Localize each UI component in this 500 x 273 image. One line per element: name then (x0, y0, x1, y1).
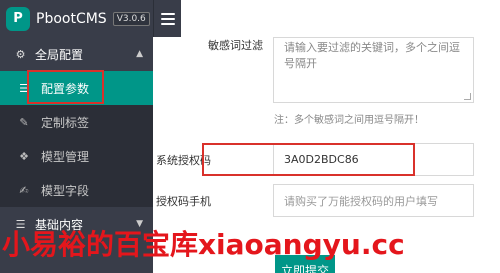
cube-icon: ❖ (19, 149, 29, 163)
sidebar-item-model-manage[interactable]: ❖ 模型管理 (0, 139, 153, 173)
sensitive-words-value: 请输入要过滤的关键词，多个之间逗号隔开 (284, 41, 460, 70)
sidebar-item-label: 配置参数 (41, 81, 90, 96)
wrench-icon: ✎ (19, 115, 29, 129)
sidebar-group-global-config[interactable]: ⚙ 全局配置 ▲ (0, 37, 153, 71)
sidebar-item-label: 定制标签 (41, 115, 90, 130)
hamburger-icon (160, 12, 175, 25)
submit-button[interactable]: 立即提交 (275, 255, 335, 273)
sidebar-item-label: 模型管理 (41, 149, 90, 164)
sidebar: ⚙ 全局配置 ▲ ☰ 配置参数 ✎ 定制标签 ❖ 模型管理 ✍ 模型字段 ☰ 基… (0, 37, 153, 273)
sidebar-group-label: 基础内容 (35, 217, 84, 232)
caret-down-icon: ▼ (136, 219, 143, 229)
caret-up-icon: ▲ (136, 49, 143, 59)
gear-icon: ⚙ (15, 47, 26, 61)
sliders-icon: ☰ (15, 217, 26, 231)
sensitive-words-hint: 注：多个敏感词之间用逗号隔开！ (274, 115, 424, 126)
license-phone-label: 授权码手机 (156, 195, 211, 208)
edit-icon: ✍ (19, 183, 29, 197)
license-code-label: 系统授权码 (156, 154, 211, 167)
license-code-input[interactable]: 3A0D2BDC86 (273, 143, 474, 176)
sidebar-item-custom-tags[interactable]: ✎ 定制标签 (0, 105, 153, 139)
sidebar-item-label: 模型字段 (41, 183, 90, 198)
sensitive-words-label: 敏感词过滤 (208, 39, 263, 52)
logo-icon: P (6, 6, 30, 31)
top-header: P PbootCMS V3.0.6 (0, 0, 500, 37)
app-name: PbootCMS (36, 10, 107, 27)
sidebar-group-label: 全局配置 (35, 47, 84, 62)
sensitive-words-textarea[interactable]: 请输入要过滤的关键词，多个之间逗号隔开 (273, 37, 474, 103)
license-phone-input[interactable]: 请购买了万能授权码的用户填写 (273, 184, 474, 217)
settings-form: 敏感词过滤 请输入要过滤的关键词，多个之间逗号隔开 注：多个敏感词之间用逗号隔开… (153, 37, 500, 273)
menu-toggle-button[interactable] (153, 0, 181, 37)
brand-area[interactable]: P PbootCMS V3.0.6 (0, 0, 153, 37)
sidebar-item-config-params[interactable]: ☰ 配置参数 (0, 71, 153, 105)
sidebar-subnav: ☰ 配置参数 ✎ 定制标签 ❖ 模型管理 ✍ 模型字段 (0, 71, 153, 207)
version-badge: V3.0.6 (112, 11, 150, 26)
resize-handle-icon[interactable] (464, 93, 471, 100)
sliders-icon: ☰ (19, 81, 29, 95)
sidebar-item-model-fields[interactable]: ✍ 模型字段 (0, 173, 153, 207)
sidebar-group-basic-content[interactable]: ☰ 基础内容 ▼ (0, 207, 153, 241)
